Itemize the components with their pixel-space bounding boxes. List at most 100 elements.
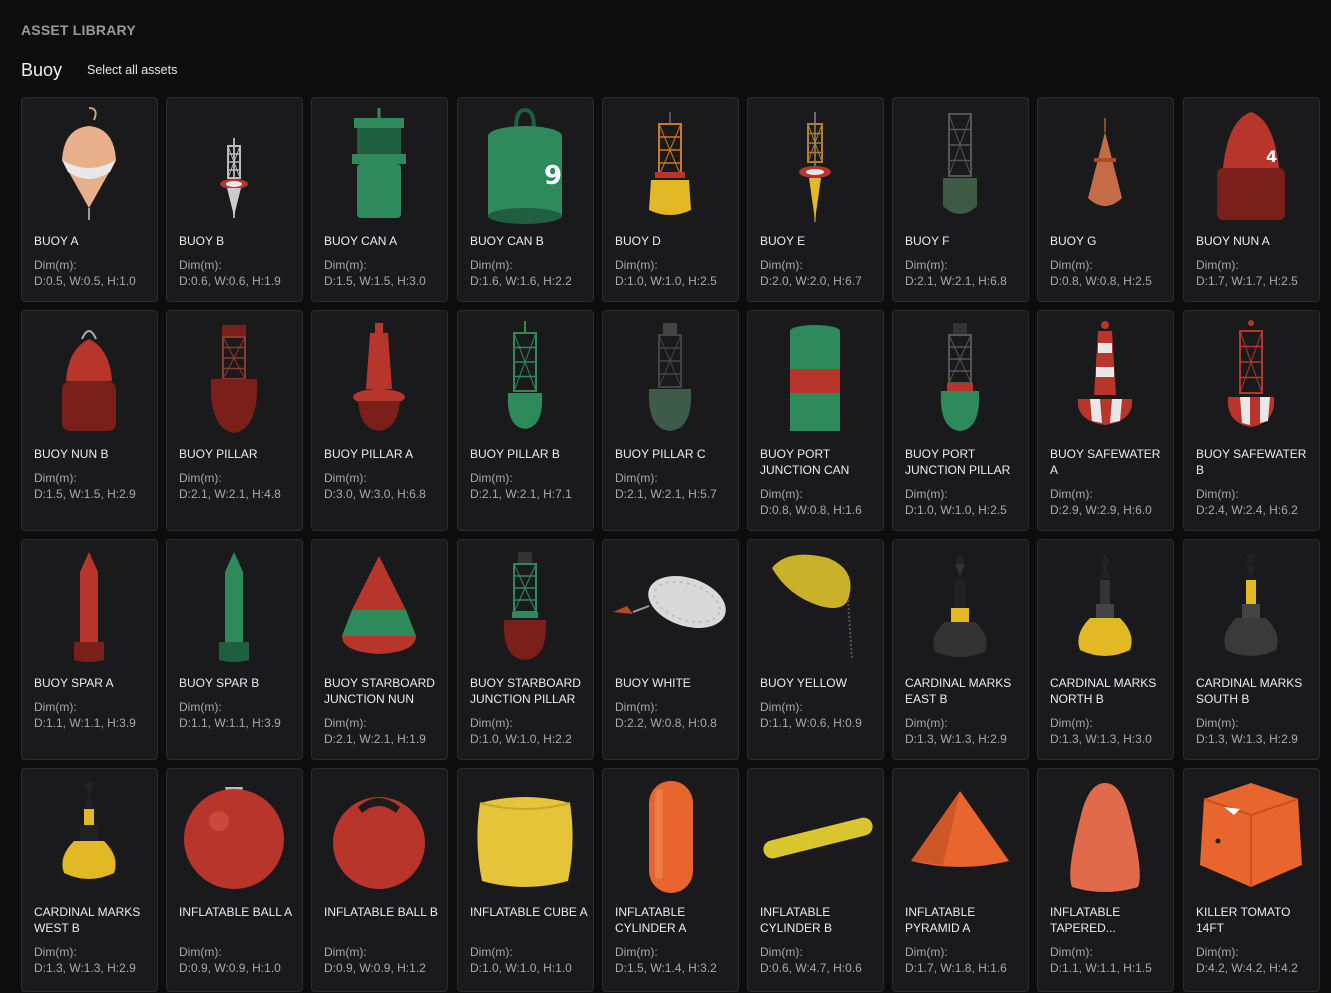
asset-card[interactable]: BUOY D Dim(m): D:1.0, W:1.0, H:2.5 [602,97,739,302]
dim-label: Dim(m): [324,716,367,730]
dim-label: Dim(m): [34,258,77,272]
dim-label: Dim(m): [905,716,948,730]
asset-name: BUOY PILLAR C [615,447,706,461]
dim-label: Dim(m): [34,700,77,714]
buoy-yellow-icon [748,540,883,675]
dim-values: D:2.1, W:2.1, H:7.1 [470,487,572,501]
buoy-pillar-c-icon [603,311,738,446]
asset-card[interactable]: BUOY F Dim(m): D:2.1, W:2.1, H:6.8 [892,97,1029,302]
buoy-spar-b-icon [167,540,302,675]
inflatable-cube-icon [458,769,593,904]
dim-label: Dim(m): [760,487,803,501]
asset-card[interactable]: CARDINAL MARKS EAST B Dim(m): D:1.3, W:1.3… [892,539,1029,760]
inflatable-cylinder-b-icon [748,769,883,904]
buoy-d-icon [603,98,738,233]
asset-card[interactable]: BUOY PORT JUNCTION PILLAR Dim(m): D:1.0, W… [892,310,1029,531]
dim-values: D:1.1, W:1.1, H:3.9 [179,716,281,730]
buoy-starboard-junction-nun-icon [312,540,447,675]
dim-label: Dim(m): [760,945,803,959]
buoy-starboard-junction-pillar-icon [458,540,593,675]
asset-card[interactable]: BUOY PILLAR B Dim(m): D:2.1, W:2.1, H:7.1 [457,310,594,531]
asset-card[interactable]: 9 BUOY CAN B Dim(m): D:1.6, W:1.6, H:2.2 [457,97,594,302]
dim-label: Dim(m): [615,258,658,272]
dim-values: D:0.5, W:0.5, H:1.0 [34,274,136,288]
asset-card[interactable]: BUOY STARBOARD JUNCTION NUN Dim(m): D:2.1,… [311,539,448,760]
asset-name: BUOY E [760,234,806,248]
select-all-button[interactable]: Select all assets [87,63,177,77]
dim-label: Dim(m): [615,471,658,485]
asset-card[interactable]: BUOY PILLAR C Dim(m): D:2.1, W:2.1, H:5.7 [602,310,739,531]
dim-values: D:0.8, W:0.8, H:1.6 [760,503,862,517]
asset-card[interactable]: BUOY SPAR A Dim(m): D:1.1, W:1.1, H:3.9 [21,539,158,760]
dim-values: D:4.2, W:4.2, H:4.2 [1196,961,1298,975]
asset-card[interactable]: BUOY CAN A Dim(m): D:1.5, W:1.5, H:3.0 [311,97,448,302]
cardinal-north-icon [1038,540,1173,675]
dim-values: D:1.0, W:1.0, H:2.2 [470,732,572,746]
buoy-nun-b-icon [22,311,157,446]
dim-values: D:1.3, W:1.3, H:2.9 [34,961,136,975]
svg-text:9: 9 [544,161,562,191]
buoy-a-icon [22,98,157,233]
dim-label: Dim(m): [1050,258,1093,272]
asset-card[interactable]: BUOY SAFEWATER B Dim(m): D:2.4, W:2.4, H:6… [1183,310,1320,531]
dim-label: Dim(m): [324,471,367,485]
cardinal-south-icon [1184,540,1319,675]
asset-name: BUOY PILLAR [179,447,258,461]
dim-label: Dim(m): [615,945,658,959]
asset-card[interactable]: INFLATABLE CUBE A Dim(m): D:1.0, W:1.0, H:… [457,768,594,992]
dim-label: Dim(m): [179,945,222,959]
asset-name: INFLATABLE CYLINDER A [615,905,687,935]
asset-card[interactable]: BUOY B Dim(m): D:0.6, W:0.6, H:1.9 [166,97,303,302]
dim-label: Dim(m): [324,945,367,959]
asset-card[interactable]: BUOY PORT JUNCTION CAN Dim(m): D:0.8, W:0.… [747,310,884,531]
inflatable-pyramid-icon [893,769,1028,904]
asset-name: INFLATABLE CUBE A [470,905,588,919]
asset-card[interactable]: BUOY PILLAR A Dim(m): D:3.0, W:3.0, H:6.8 [311,310,448,531]
asset-card[interactable]: BUOY A Dim(m): D:0.5, W:0.5, H:1.0 [21,97,158,302]
dim-label: Dim(m): [760,700,803,714]
asset-card[interactable]: BUOY WHITE Dim(m): D:2.2, W:0.8, H:0.8 [602,539,739,760]
dim-values: D:1.0, W:1.0, H:2.5 [905,503,1007,517]
asset-card[interactable]: BUOY PILLAR Dim(m): D:2.1, W:2.1, H:4.8 [166,310,303,531]
asset-name: BUOY CAN A [324,234,398,248]
asset-card[interactable]: INFLATABLE CYLINDER A Dim(m): D:1.5, W:1.4… [602,768,739,992]
dim-label: Dim(m): [905,487,948,501]
dim-label: Dim(m): [905,258,948,272]
dim-label: Dim(m): [179,700,222,714]
dim-values: D:1.5, W:1.4, H:3.2 [615,961,717,975]
dim-label: Dim(m): [470,945,513,959]
asset-card[interactable]: INFLATABLE PYRAMID A Dim(m): D:1.7, W:1.8,… [892,768,1029,992]
buoy-nun-a-icon: 4 [1184,98,1319,233]
asset-card[interactable]: CARDINAL MARKS SOUTH B Dim(m): D:1.3, W:1.… [1183,539,1320,760]
dim-values: D:2.9, W:2.9, H:6.0 [1050,503,1152,517]
asset-card[interactable]: BUOY SPAR B Dim(m): D:1.1, W:1.1, H:3.9 [166,539,303,760]
dim-label: Dim(m): [1050,716,1093,730]
buoy-port-junction-pillar-icon [893,311,1028,446]
asset-card[interactable]: INFLATABLE CYLINDER B Dim(m): D:0.6, W:4.7… [747,768,884,992]
inflatable-tapered-icon [1038,769,1173,904]
asset-card[interactable]: BUOY STARBOARD JUNCTION PILLAR Dim(m): D:1… [457,539,594,760]
asset-card[interactable]: BUOY SAFEWATER A Dim(m): D:2.9, W:2.9, H:6… [1037,310,1174,531]
asset-card[interactable]: 4 BUOY NUN A Dim(m): D:1.7, W:1.7, H:2.5 [1183,97,1320,302]
buoy-pillar-b-icon [458,311,593,446]
dim-values: D:2.1, W:2.1, H:6.8 [905,274,1007,288]
asset-card[interactable]: BUOY NUN B Dim(m): D:1.5, W:1.5, H:2.9 [21,310,158,531]
asset-card[interactable]: BUOY YELLOW Dim(m): D:1.1, W:0.6, H:0.9 [747,539,884,760]
asset-card[interactable]: CARDINAL MARKS NORTH B Dim(m): D:1.3, W:1.… [1037,539,1174,760]
asset-card[interactable]: INFLATABLE BALL A Dim(m): D:0.9, W:0.9, H:… [166,768,303,992]
asset-card[interactable]: KILLER TOMATO 14FT Dim(m): D:4.2, W:4.2, H… [1183,768,1320,992]
dim-values: D:1.0, W:1.0, H:2.5 [615,274,717,288]
asset-name: BUOY SPAR B [179,676,260,690]
asset-card[interactable]: CARDINAL MARKS WEST B Dim(m): D:1.3, W:1.3… [21,768,158,992]
library-title: ASSET LIBRARY [21,22,136,38]
asset-card[interactable]: INFLATABLE TAPERED... Dim(m): D:1.1, W:1.1… [1037,768,1174,992]
dim-values: D:1.1, W:0.6, H:0.9 [760,716,862,730]
buoy-can-b-icon: 9 [458,98,593,233]
asset-card[interactable]: INFLATABLE BALL B Dim(m): D:0.9, W:0.9, H:… [311,768,448,992]
dim-values: D:0.6, W:0.6, H:1.9 [179,274,281,288]
asset-card[interactable]: BUOY G Dim(m): D:0.8, W:0.8, H:2.5 [1037,97,1174,302]
asset-card[interactable]: BUOY E Dim(m): D:2.0, W:2.0, H:6.7 [747,97,884,302]
asset-name: CARDINAL MARKS WEST B [34,905,141,935]
asset-name: KILLER TOMATO 14FT [1196,905,1291,935]
buoy-safewater-a-icon [1038,311,1173,446]
